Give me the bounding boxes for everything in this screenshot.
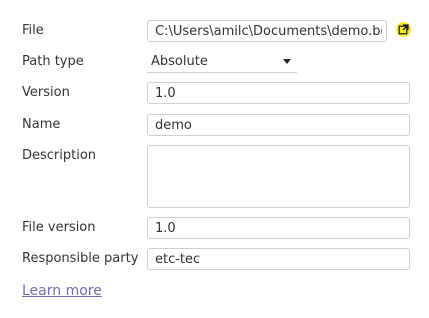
path-type-select[interactable]: Absolute [147, 51, 297, 73]
description-textarea[interactable] [147, 145, 410, 208]
file-path-input[interactable] [147, 20, 387, 42]
responsible-party-label: Responsible party [22, 251, 139, 266]
open-file-button[interactable] [396, 22, 411, 37]
description-label: Description [22, 148, 97, 163]
file-properties-form: File Path type Absolute Version Name Des… [0, 0, 429, 318]
name-label: Name [22, 117, 61, 132]
path-type-label: Path type [22, 54, 84, 69]
file-version-input[interactable] [147, 217, 410, 239]
name-input[interactable] [147, 114, 410, 136]
file-version-label: File version [22, 220, 96, 235]
file-label: File [22, 23, 44, 38]
version-input[interactable] [147, 82, 410, 104]
path-type-selected: Absolute [151, 54, 208, 69]
version-label: Version [22, 85, 70, 100]
learn-more-link[interactable]: Learn more [22, 282, 102, 300]
external-link-icon [398, 24, 409, 35]
responsible-party-input[interactable] [147, 248, 410, 270]
caret-down-icon [283, 59, 291, 64]
